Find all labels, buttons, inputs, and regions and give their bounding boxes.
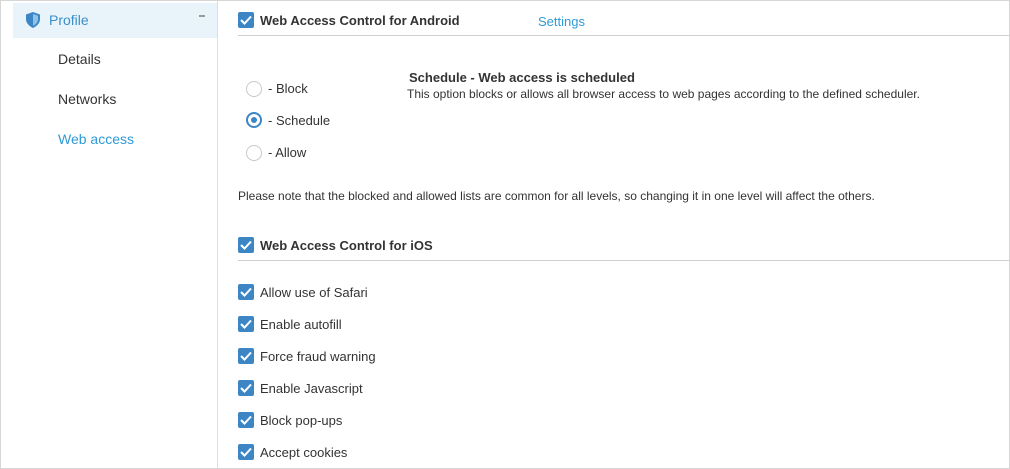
schedule-description-text: This option blocks or allows all browser… bbox=[407, 87, 920, 101]
android-section-title: Web Access Control for Android bbox=[260, 13, 460, 28]
block-popups-checkbox[interactable] bbox=[238, 412, 254, 428]
enable-javascript-label: Enable Javascript bbox=[260, 381, 363, 396]
sidebar-item-label: Profile bbox=[49, 12, 89, 28]
main-panel: Web Access Control for Android Settings … bbox=[218, 1, 1009, 468]
allow-safari-label: Allow use of Safari bbox=[260, 285, 368, 300]
radio-allow-label: - Allow bbox=[268, 145, 307, 160]
block-popups-label: Block pop-ups bbox=[260, 413, 343, 428]
window-frame: Profile Details Networks Web access Web … bbox=[0, 0, 1010, 469]
collapse-icon[interactable] bbox=[199, 15, 205, 17]
force-fraud-warning-label: Force fraud warning bbox=[260, 349, 376, 364]
force-fraud-warning-checkbox[interactable] bbox=[238, 348, 254, 364]
accept-cookies-checkbox[interactable] bbox=[238, 444, 254, 460]
shield-icon bbox=[26, 12, 40, 28]
radio-schedule[interactable] bbox=[246, 112, 262, 128]
allow-safari-checkbox[interactable] bbox=[238, 284, 254, 300]
radio-block[interactable] bbox=[246, 81, 262, 97]
shared-lists-note: Please note that the blocked and allowed… bbox=[238, 189, 875, 203]
radio-allow[interactable] bbox=[246, 145, 262, 161]
enable-javascript-checkbox[interactable] bbox=[238, 380, 254, 396]
radio-schedule-label: - Schedule bbox=[268, 113, 331, 128]
radio-block-label: - Block bbox=[268, 81, 308, 96]
checkmark-icon bbox=[240, 383, 252, 393]
sidebar-item-details[interactable]: Details bbox=[58, 51, 101, 67]
android-control-checkbox[interactable] bbox=[238, 12, 254, 28]
divider bbox=[238, 260, 1009, 261]
ios-control-checkbox[interactable] bbox=[238, 237, 254, 253]
checkmark-icon bbox=[240, 415, 252, 425]
enable-autofill-label: Enable autofill bbox=[260, 317, 342, 332]
sidebar-item-profile[interactable]: Profile bbox=[13, 3, 217, 38]
sidebar: Profile Details Networks Web access bbox=[1, 1, 218, 468]
accept-cookies-label: Accept cookies bbox=[260, 445, 348, 460]
sidebar-item-networks[interactable]: Networks bbox=[58, 91, 116, 107]
enable-autofill-checkbox[interactable] bbox=[238, 316, 254, 332]
divider bbox=[238, 35, 1009, 36]
schedule-description-title: Schedule - Web access is scheduled bbox=[409, 70, 635, 85]
checkmark-icon bbox=[240, 15, 252, 25]
checkmark-icon bbox=[240, 319, 252, 329]
checkmark-icon bbox=[240, 351, 252, 361]
ios-section-title: Web Access Control for iOS bbox=[260, 238, 433, 253]
settings-link[interactable]: Settings bbox=[538, 14, 585, 29]
checkmark-icon bbox=[240, 240, 252, 250]
sidebar-item-web-access[interactable]: Web access bbox=[58, 131, 134, 147]
checkmark-icon bbox=[240, 447, 252, 457]
checkmark-icon bbox=[240, 287, 252, 297]
